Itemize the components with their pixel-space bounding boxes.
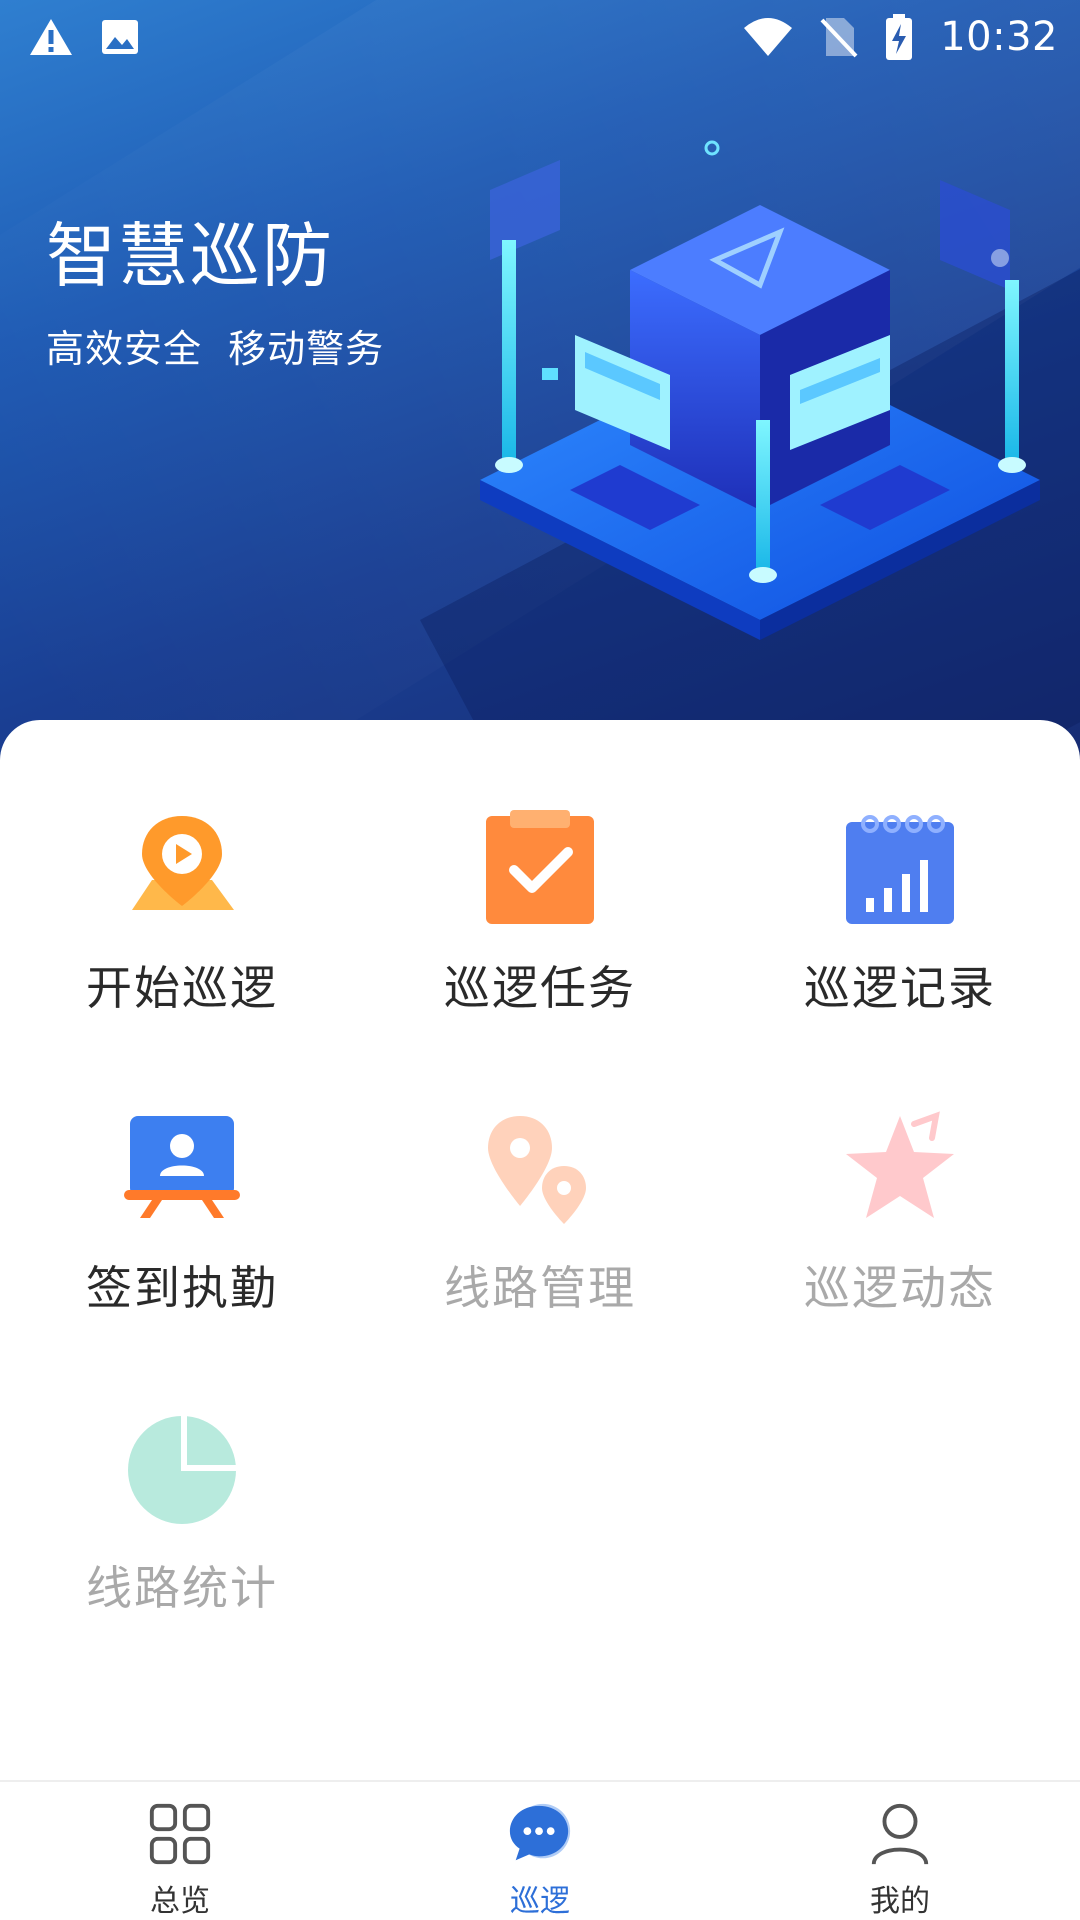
wifi-icon xyxy=(744,18,793,56)
hero-title: 智慧巡防 xyxy=(46,215,334,297)
menu-label: 线路统计 xyxy=(86,1561,278,1615)
menu-item-patrol-task[interactable]: 巡逻任务 xyxy=(390,810,690,1030)
bottom-nav: 总览 巡逻 我的 xyxy=(0,1780,1080,1920)
nav-label: 巡逻 xyxy=(510,1884,570,1919)
person-icon xyxy=(871,1803,929,1865)
hero-banner: 10:32 智慧巡防 高效安全 移动警务 xyxy=(0,0,1080,760)
menu-label: 巡逻动态 xyxy=(804,1261,996,1315)
person-board-icon xyxy=(124,1116,240,1218)
no-sim-icon xyxy=(820,18,858,58)
menu-panel: 开始巡逻 巡逻任务 巡逻记录 签到执勤 线路管理 巡逻动态 线路统计 xyxy=(0,720,1080,1780)
warning-icon xyxy=(30,19,72,55)
nav-tab-overview[interactable]: 总览 xyxy=(0,1782,360,1920)
nav-tab-patrol[interactable]: 巡逻 xyxy=(360,1782,720,1920)
notebook-chart-icon xyxy=(846,815,954,924)
menu-item-sign-in-duty[interactable]: 签到执勤 xyxy=(32,1110,332,1330)
menu-label: 线路管理 xyxy=(444,1261,636,1315)
map-pin-play-icon xyxy=(132,816,234,910)
status-bar: 10:32 xyxy=(0,0,1080,74)
menu-item-route-management[interactable]: 线路管理 xyxy=(390,1110,690,1330)
menu-label: 巡逻任务 xyxy=(444,961,636,1015)
star-icon xyxy=(846,1111,954,1218)
menu-label: 签到执勤 xyxy=(86,1261,278,1315)
menu-item-start-patrol[interactable]: 开始巡逻 xyxy=(32,810,332,1030)
image-icon xyxy=(102,20,138,54)
grid-icon xyxy=(149,1803,211,1865)
nav-tab-mine[interactable]: 我的 xyxy=(720,1782,1080,1920)
hero-subtitle: 高效安全 移动警务 xyxy=(46,327,385,371)
menu-label: 开始巡逻 xyxy=(86,961,278,1015)
pie-chart-icon xyxy=(128,1414,238,1524)
status-time: 10:32 xyxy=(940,14,1058,60)
menu-item-patrol-updates[interactable]: 巡逻动态 xyxy=(750,1110,1050,1330)
isometric-server-illustration xyxy=(480,140,1040,640)
nav-label: 我的 xyxy=(870,1884,930,1919)
menu-label: 巡逻记录 xyxy=(804,961,996,1015)
route-pins-icon xyxy=(488,1116,586,1224)
battery-charging-icon xyxy=(886,14,913,60)
menu-item-patrol-record[interactable]: 巡逻记录 xyxy=(750,810,1050,1030)
nav-label: 总览 xyxy=(150,1884,210,1919)
menu-item-route-statistics[interactable]: 线路统计 xyxy=(32,1410,332,1630)
clipboard-check-icon xyxy=(486,810,594,924)
chat-bubble-icon xyxy=(509,1803,571,1861)
